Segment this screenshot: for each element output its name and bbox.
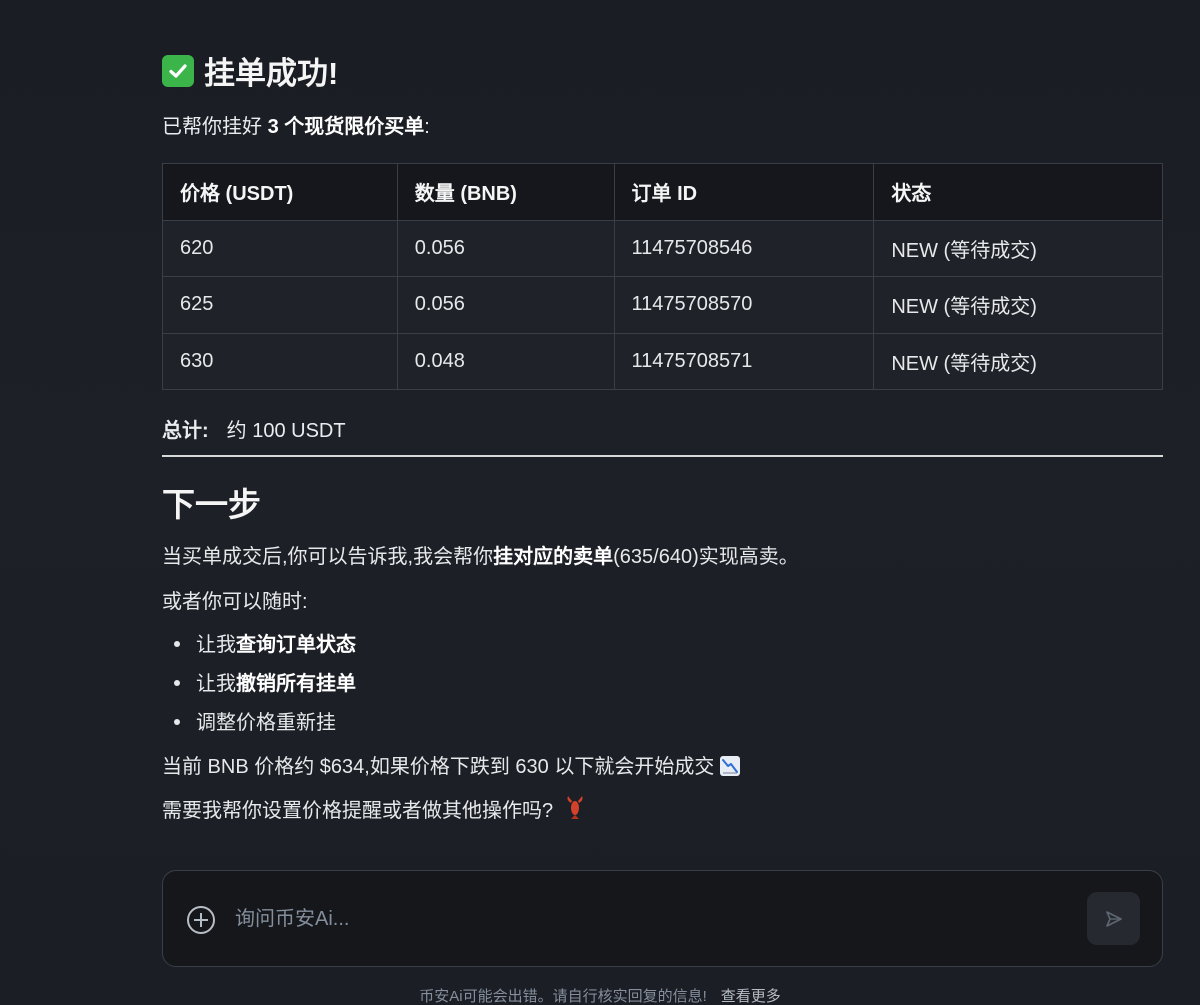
list-item-bold: 查询订单状态: [236, 634, 356, 656]
paragraph-prefix: 当买单成交后,你可以告诉我,我会帮你: [162, 546, 494, 568]
disclaimer-text: 币安Ai可能会出错。请自行核实回复的信息!: [419, 988, 707, 1005]
total-value: 约 100 USDT: [226, 420, 346, 442]
list-item-bold: 撤销所有挂单: [236, 673, 356, 695]
cell-status: NEW (等待成交): [873, 219, 1163, 277]
list-item: 让我撤销所有挂单: [174, 667, 356, 696]
table-row: 620 0.056 11475708546 NEW (等待成交): [162, 219, 1163, 277]
intro-text: 已帮你挂好 3 个现货限价买单:: [162, 110, 430, 139]
bullet-dot: [174, 718, 180, 725]
table-row: 625 0.056 11475708570 NEW (等待成交): [162, 276, 1163, 334]
chart-decreasing-icon: [720, 755, 741, 776]
cell-price: 630: [162, 332, 398, 390]
bullet-dot: [174, 679, 180, 686]
bullet-dot: [174, 640, 180, 647]
lobster-icon: [565, 795, 585, 825]
send-button[interactable]: [1087, 892, 1140, 945]
cell-order-id: 11475708570: [613, 276, 875, 334]
send-icon: [1105, 910, 1122, 927]
next-steps-heading: 下一步: [162, 486, 261, 523]
list-item-prefix: 让我: [196, 673, 236, 695]
orders-table: 价格 (USDT) 数量 (BNB) 订单 ID 状态 620 0.056 11…: [162, 163, 1163, 390]
list-item: 让我查询订单状态: [174, 628, 356, 657]
plus-circle-icon[interactable]: [187, 906, 215, 934]
cell-status: NEW (等待成交): [873, 276, 1163, 334]
paragraph-suffix: (635/640)实现高卖。: [613, 546, 799, 568]
price-note-text: 当前 BNB 价格约 $634,如果价格下跌到 630 以下就会开始成交: [162, 756, 715, 778]
cell-order-id: 11475708546: [613, 219, 875, 277]
intro-bold: 3 个现货限价买单: [267, 116, 425, 138]
intro-prefix: 已帮你挂好: [162, 116, 268, 138]
total-label: 总计:: [162, 420, 209, 442]
disclaimer: 币安Ai可能会出错。请自行核实回复的信息! 查看更多: [0, 985, 1200, 1005]
message-title: 挂单成功!: [162, 48, 338, 93]
chat-input[interactable]: [235, 901, 1035, 937]
intro-suffix: :: [424, 116, 430, 138]
closing-text: 需要我帮你设置价格提醒或者做其他操作吗?: [162, 800, 554, 822]
price-note: 当前 BNB 价格约 $634,如果价格下跌到 630 以下就会开始成交: [162, 750, 741, 779]
order-total: 总计: 约 100 USDT: [162, 414, 346, 443]
cell-price: 620: [162, 219, 398, 277]
list-item: 调整价格重新挂: [174, 706, 336, 735]
paragraph-bold: 挂对应的卖单: [493, 546, 614, 568]
closing-question: 需要我帮你设置价格提醒或者做其他操作吗?: [162, 794, 585, 827]
header-price: 价格 (USDT): [162, 163, 398, 221]
more-link[interactable]: 查看更多: [721, 988, 781, 1005]
options-intro: 或者你可以随时:: [162, 591, 308, 613]
cell-status: NEW (等待成交): [873, 332, 1163, 390]
header-status: 状态: [873, 163, 1163, 221]
divider: [162, 455, 1163, 457]
cell-quantity: 0.056: [396, 219, 615, 277]
table-header-row: 价格 (USDT) 数量 (BNB) 订单 ID 状态: [162, 163, 1163, 221]
cell-price: 625: [162, 276, 398, 334]
header-order-id: 订单 ID: [613, 163, 875, 221]
next-steps-paragraph: 当买单成交后,你可以告诉我,我会帮你挂对应的卖单(635/640)实现高卖。: [162, 540, 799, 569]
list-item-prefix: 让我: [196, 634, 236, 656]
cell-order-id: 11475708571: [613, 332, 875, 390]
table-row: 630 0.048 11475708571 NEW (等待成交): [162, 332, 1163, 390]
cell-quantity: 0.048: [396, 332, 615, 390]
chat-composer: [162, 870, 1163, 967]
check-icon: [162, 54, 194, 87]
message-title-text: 挂单成功!: [204, 56, 339, 91]
list-item-prefix: 调整价格重新挂: [196, 712, 336, 734]
header-quantity: 数量 (BNB): [396, 163, 615, 221]
cell-quantity: 0.056: [396, 276, 615, 334]
